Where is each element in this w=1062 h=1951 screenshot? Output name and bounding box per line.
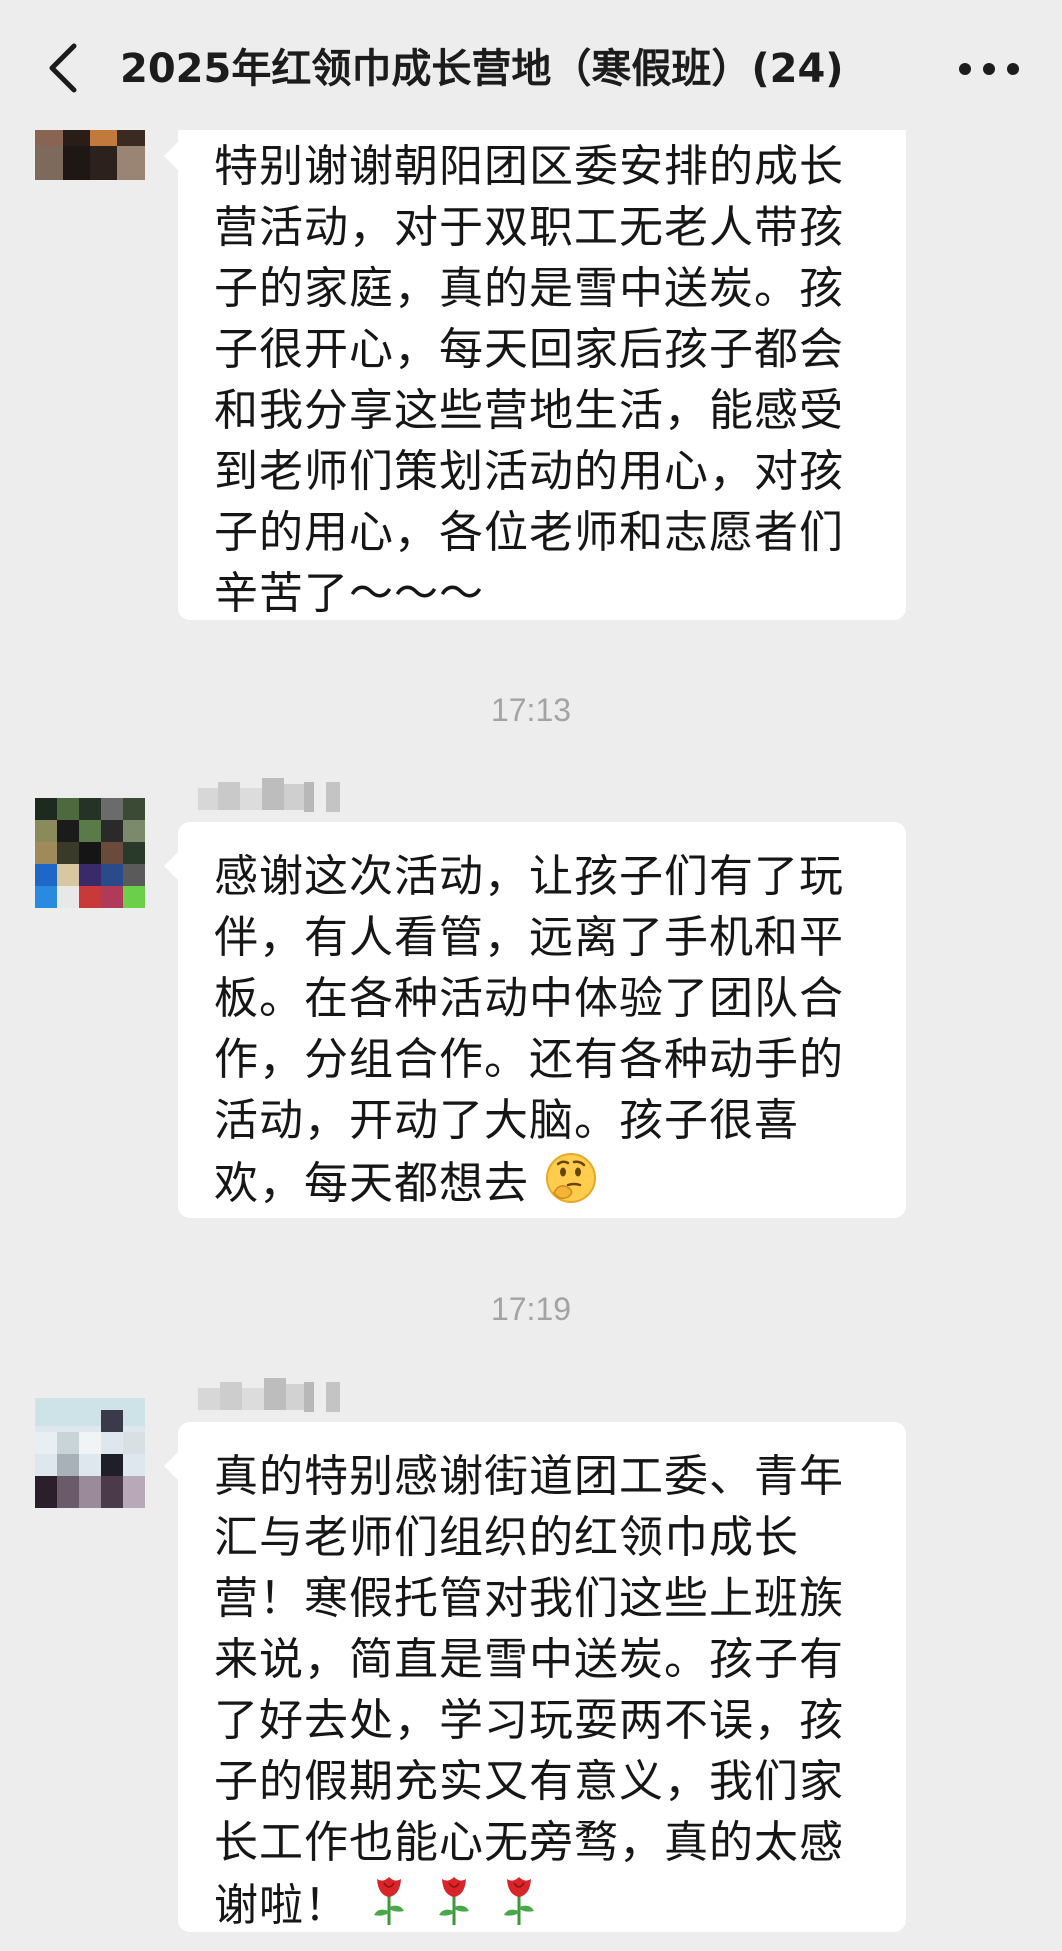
more-dots-icon[interactable] — [956, 52, 1022, 86]
avatar[interactable] — [35, 798, 145, 908]
message-bubble[interactable]: 特别谢谢朝阳团区委安排的成长营活动，对于双职工无老人带孩子的家庭，真的是雪中送炭… — [164, 112, 906, 620]
timestamp: 17:13 — [490, 692, 572, 728]
rose-emoji — [429, 1873, 479, 1943]
avatar[interactable] — [35, 1398, 145, 1508]
chat-title: 2025年红领巾成长营地（寒假班）(24) — [120, 46, 844, 92]
rose-emoji — [494, 1873, 544, 1943]
message-bubble[interactable]: 感谢这次活动，让孩子们有了玩伴，有人看管，远离了手机和平板。在各种活动中体验了团… — [164, 822, 906, 1221]
message-text: 感谢这次活动，让孩子们有了玩伴，有人看管，远离了手机和平板。在各种活动中体验了团… — [214, 851, 844, 1209]
thinking-face-emoji — [544, 1151, 598, 1221]
rose-emoji — [364, 1873, 414, 1943]
message-text: 特别谢谢朝阳团区委安排的成长营活动，对于双职工无老人带孩子的家庭，真的是雪中送炭… — [214, 141, 844, 619]
sender-nickname — [198, 778, 348, 818]
message-text: 真的特别感谢街道团工委、青年汇与老师们组织的红领巾成长营！寒假托管对我们这些上班… — [214, 1451, 844, 1931]
chevron-left-icon[interactable] — [40, 40, 88, 96]
timestamp: 17:19 — [490, 1291, 572, 1327]
message-bubble[interactable]: 真的特别感谢街道团工委、青年汇与老师们组织的红领巾成长营！寒假托管对我们这些上班… — [164, 1422, 906, 1932]
sender-nickname — [198, 1378, 348, 1418]
chat-header: 2025年红领巾成长营地（寒假班）(24) — [0, 0, 1062, 130]
